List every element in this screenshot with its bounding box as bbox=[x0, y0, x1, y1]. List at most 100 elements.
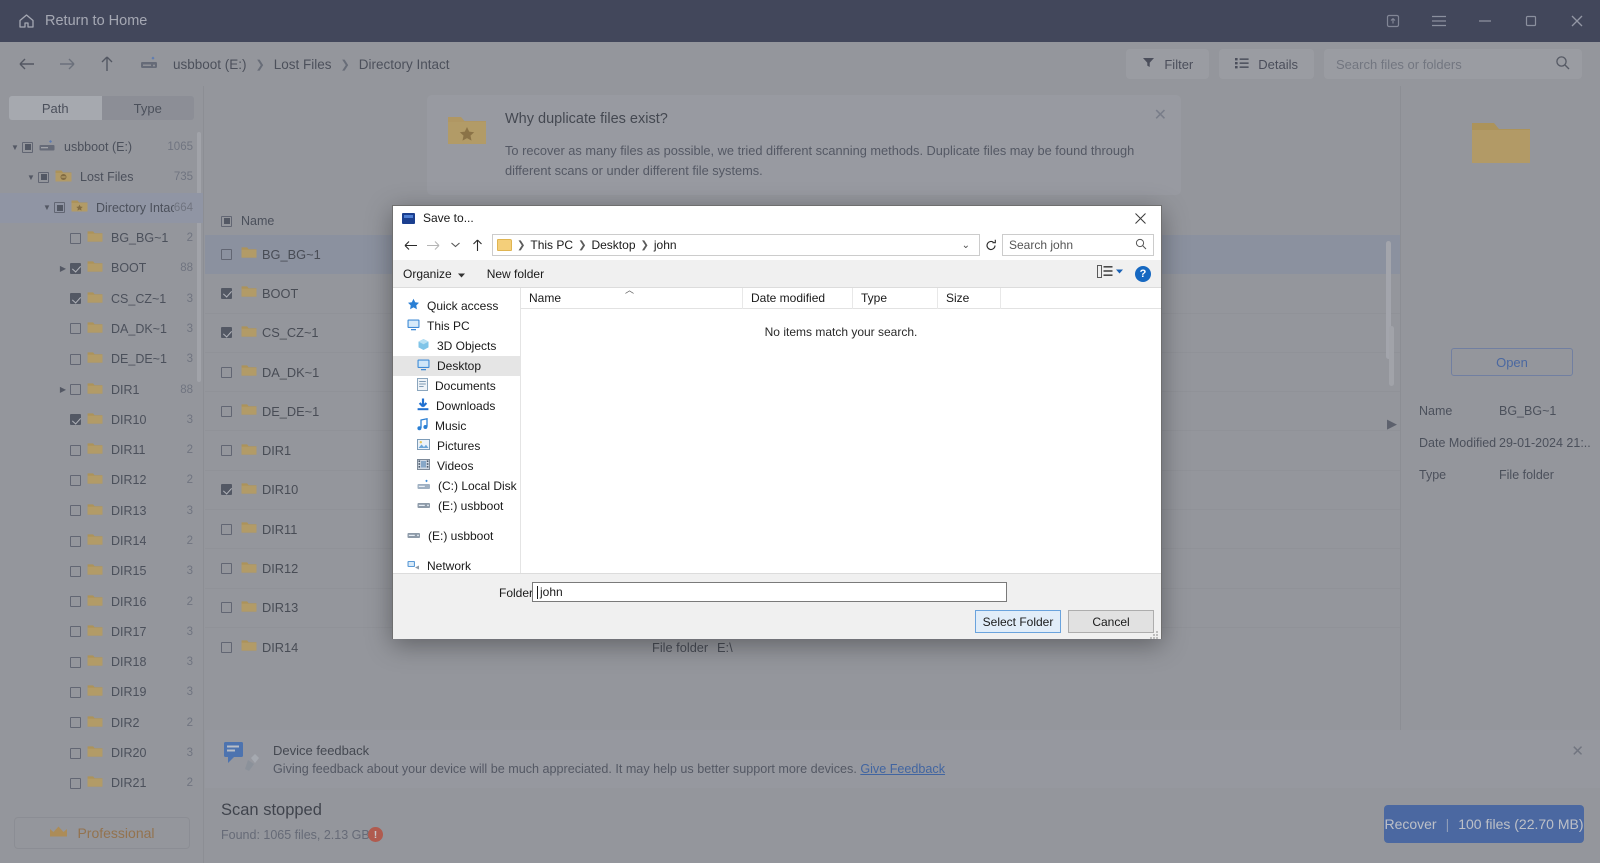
tab-type[interactable]: Type bbox=[101, 96, 194, 120]
row-checkbox[interactable] bbox=[221, 327, 232, 339]
dialog-nav-item-desktop[interactable]: Desktop bbox=[393, 356, 520, 376]
tree-item-dir15[interactable]: DIR15 3 bbox=[0, 556, 203, 586]
dialog-nav-item-music[interactable]: Music bbox=[393, 416, 520, 436]
tree-checkbox[interactable] bbox=[70, 293, 81, 305]
row-checkbox[interactable] bbox=[221, 602, 232, 614]
tree-item-boot[interactable]: ▶ BOOT 88 bbox=[0, 253, 203, 283]
tree-checkbox[interactable] bbox=[70, 262, 81, 274]
dialog-recent-locations-icon[interactable] bbox=[444, 234, 466, 256]
maximize-icon[interactable] bbox=[1508, 0, 1554, 42]
close-icon[interactable]: ✕ bbox=[1154, 105, 1167, 125]
column-date-modified[interactable]: Date modified bbox=[743, 287, 853, 309]
tree-item-dir10[interactable]: DIR10 3 bbox=[0, 405, 203, 435]
tree-checkbox[interactable] bbox=[54, 202, 65, 214]
select-all-checkbox[interactable] bbox=[221, 215, 232, 227]
column-type[interactable]: Type bbox=[853, 287, 938, 309]
resize-grip-icon[interactable] bbox=[1149, 627, 1159, 639]
tree-checkbox[interactable] bbox=[38, 171, 49, 183]
tree-checkbox[interactable] bbox=[70, 505, 81, 517]
tree-checkbox[interactable] bbox=[22, 141, 33, 153]
tree-item-usbboot-e-[interactable]: ▼ usbboot (E:) 1065 bbox=[0, 132, 203, 162]
row-checkbox[interactable] bbox=[221, 523, 232, 535]
tree-item-dir16[interactable]: DIR16 2 bbox=[0, 586, 203, 616]
new-folder-button[interactable]: New folder bbox=[487, 267, 544, 281]
dialog-nav-item--e-usbboot[interactable]: (E:) usbboot bbox=[393, 496, 520, 516]
tree-checkbox[interactable] bbox=[70, 717, 81, 729]
tree-item-dir14[interactable]: DIR14 2 bbox=[0, 526, 203, 556]
select-folder-button[interactable]: Select Folder bbox=[975, 610, 1061, 633]
dialog-nav-item--c-local-disk[interactable]: (C:) Local Disk bbox=[393, 476, 520, 496]
tree-twisty-icon[interactable]: ▶ bbox=[56, 264, 70, 273]
row-checkbox[interactable] bbox=[221, 248, 232, 260]
tree-item-de-de-1[interactable]: DE_DE~1 3 bbox=[0, 344, 203, 374]
dialog-nav-item-pictures[interactable]: Pictures bbox=[393, 436, 520, 456]
tree-checkbox[interactable] bbox=[70, 656, 81, 668]
collapse-preview-icon[interactable]: ▶ bbox=[1387, 416, 1397, 432]
tree-item-dir2[interactable]: DIR2 2 bbox=[0, 708, 203, 738]
tree-checkbox[interactable] bbox=[70, 414, 81, 426]
tree-item-dir1[interactable]: ▶ DIR1 88 bbox=[0, 374, 203, 404]
dialog-path-field[interactable]: ❯ This PC ❯ Desktop ❯ john ⌄ bbox=[492, 234, 980, 256]
tree-item-lost-files[interactable]: ▼ Lost Files 735 bbox=[0, 162, 203, 192]
recover-button[interactable]: Recover | 100 files (22.70 MB) bbox=[1384, 805, 1584, 843]
path-part-2[interactable]: john bbox=[654, 238, 677, 252]
dialog-nav-item-this-pc[interactable]: This PC bbox=[393, 316, 520, 336]
filter-button[interactable]: Filter bbox=[1126, 49, 1210, 79]
tree-item-dir20[interactable]: DIR20 3 bbox=[0, 738, 203, 768]
tree-twisty-icon[interactable]: ▼ bbox=[24, 173, 38, 182]
professional-button[interactable]: Professional bbox=[14, 817, 190, 849]
close-icon[interactable] bbox=[1554, 0, 1600, 42]
tree-item-dir17[interactable]: DIR17 3 bbox=[0, 617, 203, 647]
dialog-up-icon[interactable] bbox=[466, 234, 488, 256]
breadcrumb-item-2[interactable]: Directory Intact bbox=[359, 57, 450, 72]
dialog-nav-item-videos[interactable]: Videos bbox=[393, 456, 520, 476]
tree-checkbox[interactable] bbox=[70, 444, 81, 456]
dialog-nav-item-3d-objects[interactable]: 3D Objects bbox=[393, 336, 520, 356]
dialog-nav-item-documents[interactable]: Documents bbox=[393, 376, 520, 396]
column-header-name[interactable]: Name bbox=[241, 214, 274, 228]
tree-item-dir12[interactable]: DIR12 2 bbox=[0, 465, 203, 495]
tree-checkbox[interactable] bbox=[70, 777, 81, 789]
tree-checkbox[interactable] bbox=[70, 596, 81, 608]
tree-checkbox[interactable] bbox=[70, 626, 81, 638]
tree-twisty-icon[interactable]: ▼ bbox=[40, 203, 54, 212]
tree-item-da-dk-1[interactable]: DA_DK~1 3 bbox=[0, 314, 203, 344]
path-part-0[interactable]: This PC bbox=[530, 238, 573, 252]
dialog-forward-icon[interactable] bbox=[422, 234, 444, 256]
tree-checkbox[interactable] bbox=[70, 384, 81, 396]
tree-checkbox[interactable] bbox=[70, 474, 81, 486]
view-layout-icon[interactable] bbox=[1097, 264, 1123, 283]
up-arrow-icon[interactable] bbox=[92, 49, 122, 79]
tree-item-directory-intact[interactable]: ▼ Directory Intact 664 bbox=[0, 192, 203, 223]
tree-checkbox[interactable] bbox=[70, 232, 81, 244]
breadcrumb-item-1[interactable]: Lost Files bbox=[274, 57, 332, 72]
dialog-nav-item-network[interactable]: Network bbox=[393, 556, 520, 573]
dialog-nav-item-quick-access[interactable]: Quick access bbox=[393, 296, 520, 316]
minimize-icon[interactable] bbox=[1462, 0, 1508, 42]
return-to-home-button[interactable]: Return to Home bbox=[18, 13, 147, 29]
organize-button[interactable]: Organize bbox=[403, 267, 465, 281]
row-checkbox[interactable] bbox=[221, 563, 232, 575]
column-name[interactable]: Name ︿ bbox=[521, 285, 743, 309]
tree-item-dir13[interactable]: DIR13 3 bbox=[0, 496, 203, 526]
preview-resize-handle[interactable] bbox=[1389, 326, 1394, 386]
tree-checkbox[interactable] bbox=[70, 353, 81, 365]
search-input[interactable]: Search files or folders bbox=[1324, 49, 1582, 79]
tree-item-dir21[interactable]: DIR21 2 bbox=[0, 768, 203, 798]
dialog-search-input[interactable]: Search john bbox=[1002, 234, 1154, 256]
dialog-nav-item-downloads[interactable]: Downloads bbox=[393, 396, 520, 416]
folder-name-input[interactable]: john bbox=[532, 582, 1007, 602]
details-button[interactable]: Details bbox=[1219, 49, 1314, 79]
tree-checkbox[interactable] bbox=[70, 535, 81, 547]
menu-icon[interactable] bbox=[1416, 0, 1462, 42]
help-icon[interactable]: ? bbox=[1135, 265, 1151, 282]
row-checkbox[interactable] bbox=[221, 484, 232, 496]
refresh-icon[interactable] bbox=[980, 234, 1002, 256]
tree-checkbox[interactable] bbox=[70, 565, 81, 577]
tree-item-dir19[interactable]: DIR19 3 bbox=[0, 677, 203, 707]
back-arrow-icon[interactable] bbox=[12, 49, 42, 79]
export-icon[interactable] bbox=[1370, 0, 1416, 42]
tree-item-bg-bg-1[interactable]: BG_BG~1 2 bbox=[0, 223, 203, 253]
row-checkbox[interactable] bbox=[221, 287, 232, 299]
dialog-nav-item--e-usbboot[interactable]: (E:) usbboot bbox=[393, 526, 520, 546]
